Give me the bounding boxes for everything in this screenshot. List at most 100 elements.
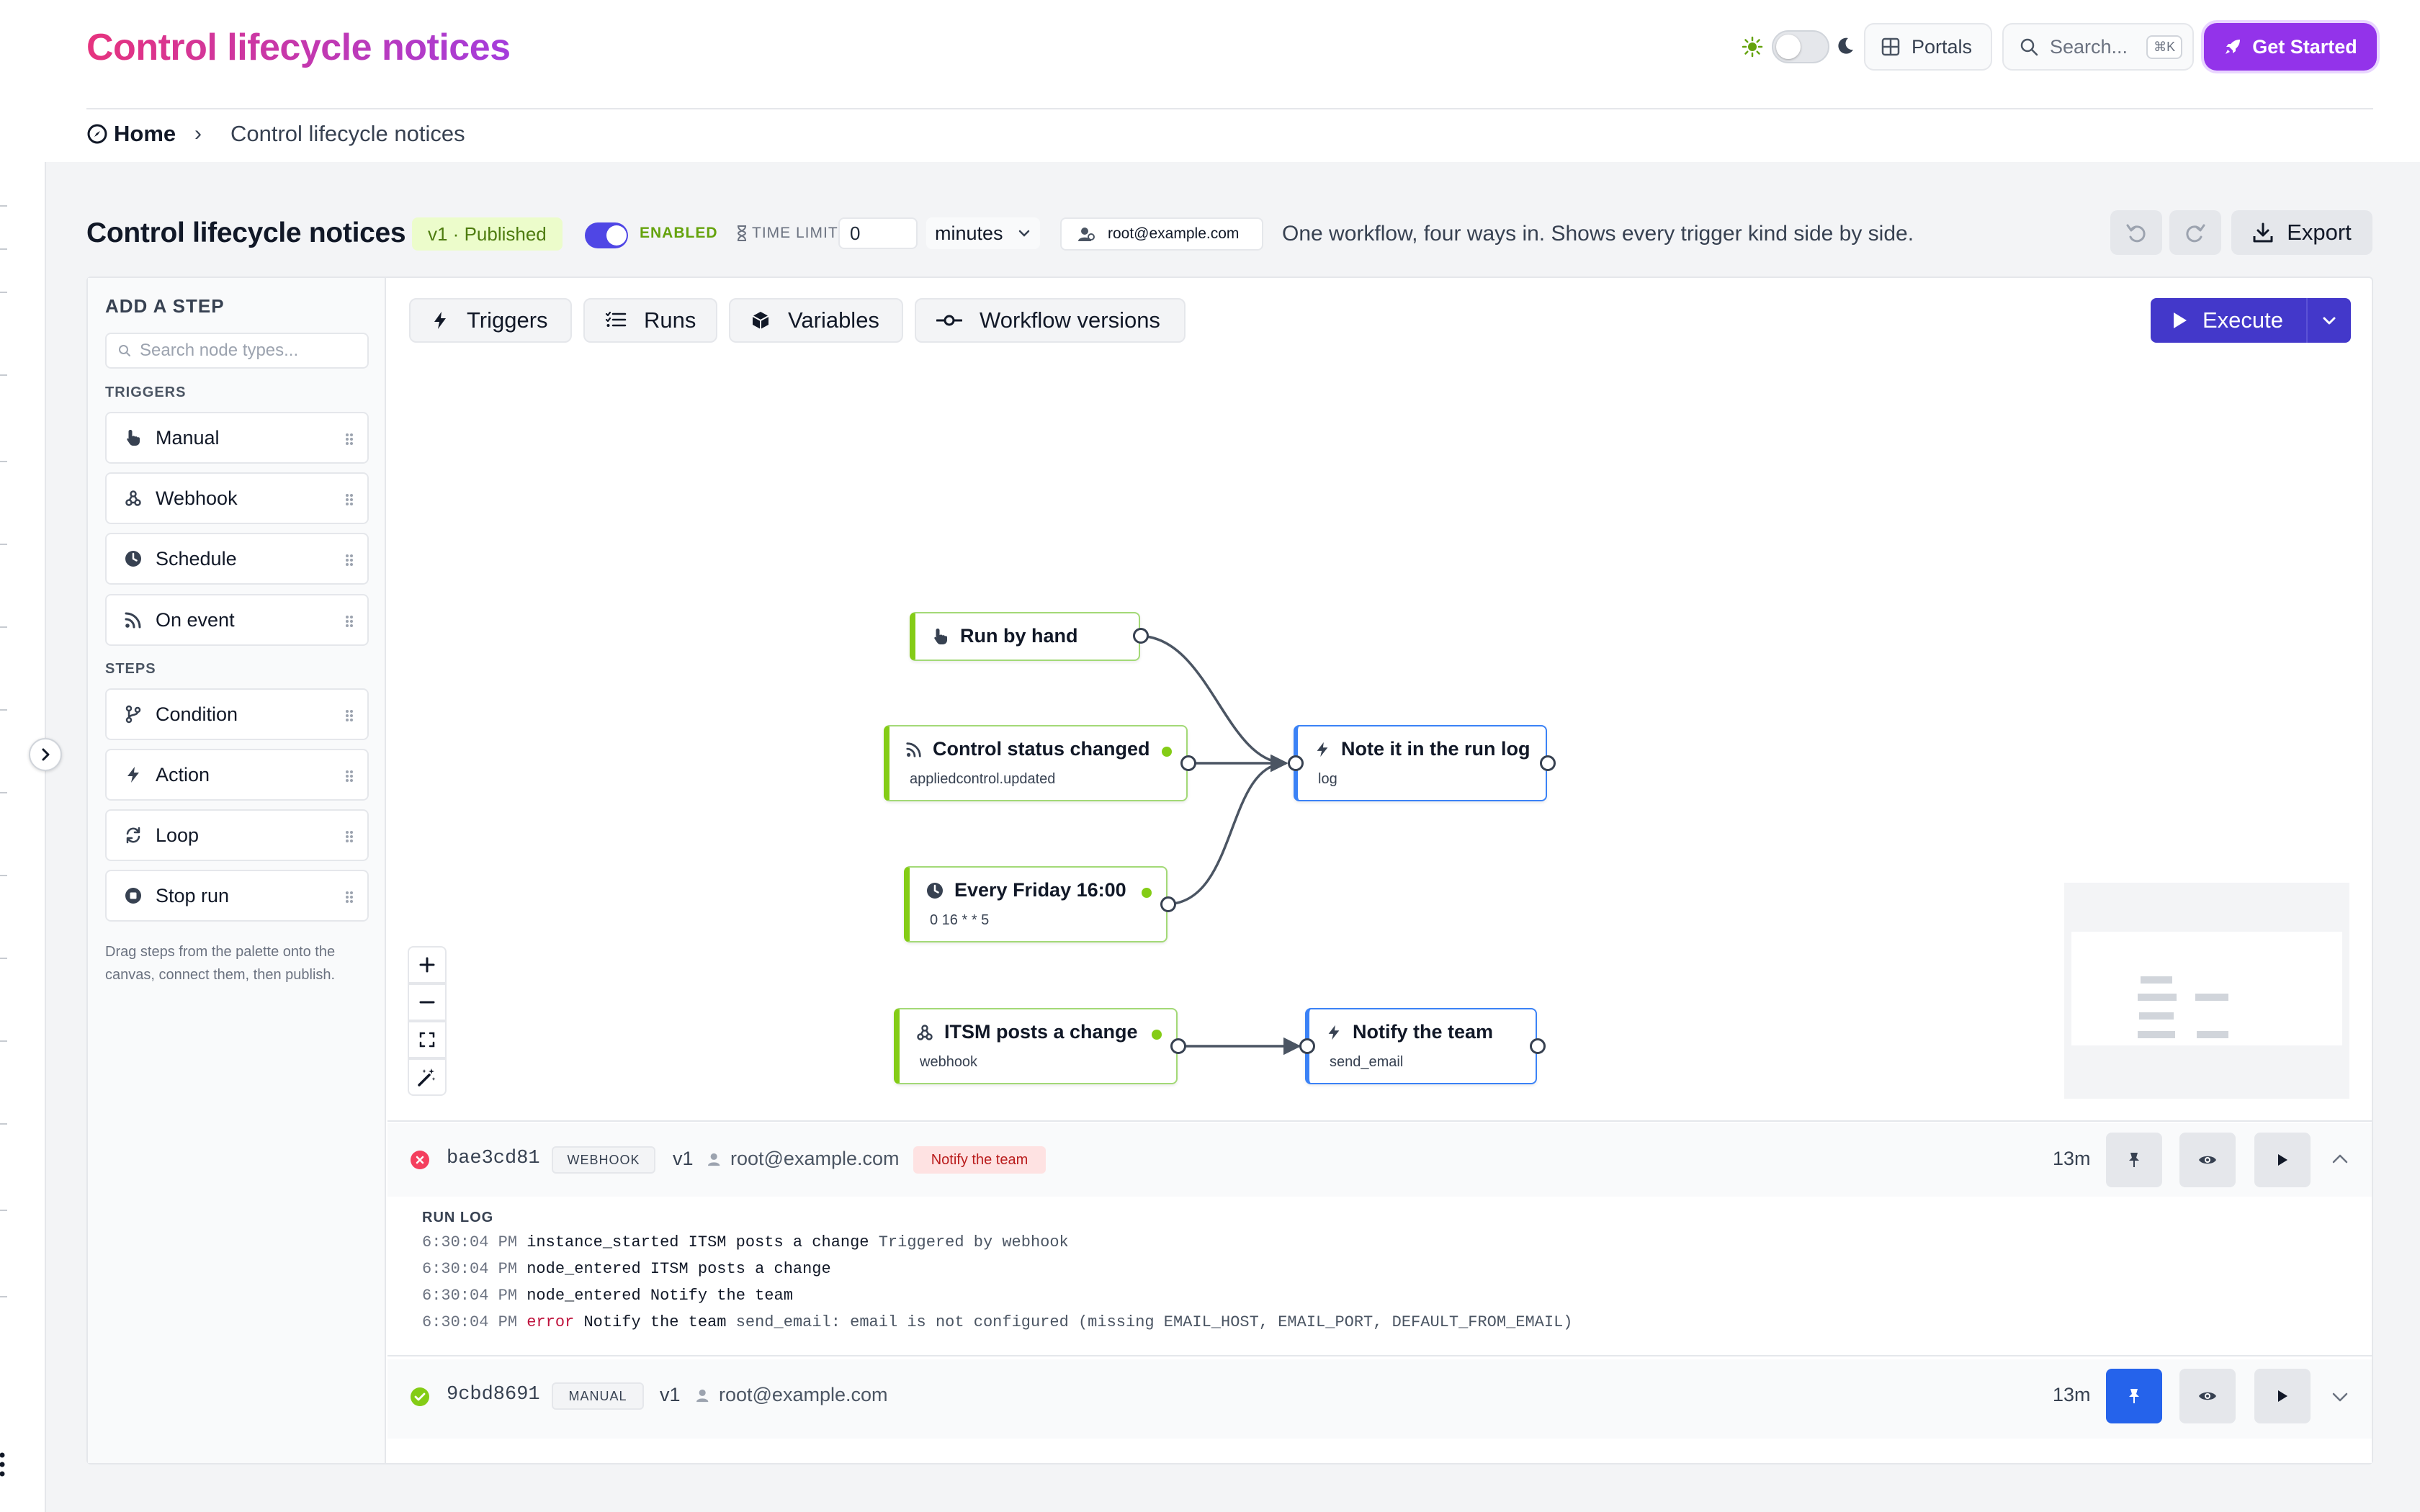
minimap-node (2138, 994, 2177, 1001)
play-icon (2278, 1390, 2287, 1402)
run-owner: root@example.com (696, 1384, 888, 1406)
run-age: 13m (2053, 1148, 2091, 1169)
run-log-heading: RUN LOG (422, 1210, 494, 1225)
node-every-friday[interactable]: Every Friday 16:00 0 16 * * 5 (904, 866, 1176, 942)
node-run-by-hand[interactable]: Run by hand (910, 612, 1149, 661)
node-output-port[interactable] (1160, 896, 1176, 912)
log-node: ITSM posts a change (650, 1260, 831, 1278)
node-output-port[interactable] (1530, 1038, 1546, 1054)
success-status-icon (411, 1387, 429, 1406)
play-icon (2278, 1154, 2287, 1166)
minimap-node (2141, 976, 2172, 984)
view-run-button[interactable] (2179, 1133, 2236, 1187)
run-owner-email: root@example.com (730, 1148, 900, 1169)
log-event: instance_started (526, 1233, 679, 1251)
node-subtitle: send_email (1330, 1054, 1404, 1070)
zoom-in-button[interactable] (408, 946, 447, 984)
node-output-port[interactable] (1133, 628, 1149, 644)
run-id: bae3cd81 (447, 1148, 540, 1169)
run-age: 13m (2053, 1384, 2091, 1405)
node-note-it-in-the-run-log[interactable]: Note it in the run log log (1288, 725, 1556, 801)
pin-icon (2129, 1389, 2139, 1403)
minimap-node (2197, 1031, 2228, 1038)
run-owner-email: root@example.com (719, 1384, 888, 1405)
minimap-node (2195, 994, 2228, 1001)
minimap-node (2139, 1012, 2174, 1020)
error-status-icon (411, 1151, 429, 1169)
node-title: Run by hand (960, 625, 1078, 647)
node-itsm-posts-a-change[interactable]: ITSM posts a change webhook (894, 1008, 1186, 1084)
zoom-out-button[interactable] (408, 984, 447, 1021)
node-subtitle: webhook (920, 1054, 978, 1070)
log-line: 6:30:04 PM node_entered ITSM posts a cha… (422, 1260, 831, 1278)
node-control-status-changed[interactable]: Control status changed appliedcontrol.up… (884, 725, 1196, 801)
log-time: 6:30:04 PM (422, 1313, 518, 1331)
user-icon (708, 1153, 720, 1166)
run-version: v1 (673, 1148, 694, 1169)
node-input-port[interactable] (1299, 1038, 1315, 1054)
log-node: Notify the team (583, 1313, 727, 1331)
log-node: Notify the team (650, 1287, 793, 1305)
node-active-dot (1162, 747, 1172, 757)
replay-run-button[interactable] (2254, 1133, 2311, 1187)
node-input-port[interactable] (1288, 755, 1304, 771)
pin-icon (2129, 1153, 2139, 1167)
run-version: v1 (660, 1384, 681, 1405)
node-subtitle: log (1318, 771, 1337, 787)
magic-wand-icon (418, 1068, 436, 1086)
log-event: node_entered (526, 1287, 641, 1305)
node-notify-the-team[interactable]: Notify the team send_email (1299, 1008, 1546, 1084)
log-line: 6:30:04 PM instance_started ITSM posts a… (422, 1233, 1069, 1251)
node-active-dot (1142, 888, 1152, 898)
auto-layout-button[interactable] (408, 1058, 447, 1096)
node-title-row: Every Friday 16:00 (926, 879, 1126, 901)
log-event: node_entered (526, 1260, 641, 1278)
node-title-row: ITSM posts a change (915, 1021, 1138, 1043)
log-detail: send_email: email is not configured (mis… (735, 1313, 1573, 1331)
pin-run-button[interactable] (2106, 1369, 2162, 1423)
node-subtitle: 0 16 * * 5 (930, 912, 990, 928)
log-time: 6:30:04 PM (422, 1260, 518, 1278)
node-title: Note it in the run log (1341, 738, 1531, 760)
expand-run-chevron-icon[interactable] (2331, 1390, 2349, 1404)
log-line: 6:30:04 PM error Notify the team send_em… (422, 1313, 1573, 1331)
collapse-run-chevron-icon[interactable] (2331, 1152, 2349, 1166)
node-output-port[interactable] (1540, 755, 1556, 771)
clock-icon (927, 882, 943, 899)
hand-pointer-icon (934, 628, 947, 644)
webhook-icon (917, 1024, 933, 1040)
eye-icon (2199, 1392, 2216, 1400)
rss-icon (906, 742, 921, 757)
replay-run-button[interactable] (2254, 1369, 2311, 1423)
eye-icon (2199, 1156, 2216, 1164)
log-time: 6:30:04 PM (422, 1233, 518, 1251)
view-run-button[interactable] (2179, 1369, 2236, 1423)
user-icon (696, 1389, 709, 1402)
node-title-row: Notify the team (1325, 1021, 1493, 1043)
node-title: Notify the team (1353, 1021, 1494, 1043)
node-subtitle: appliedcontrol.updated (910, 771, 1056, 787)
log-detail: Triggered by webhook (878, 1233, 1069, 1251)
log-event: error (526, 1313, 575, 1331)
pin-run-button[interactable] (2106, 1133, 2162, 1187)
node-output-port[interactable] (1170, 1038, 1186, 1054)
minimap-viewport[interactable] (2071, 932, 2342, 1045)
bolt-icon (1317, 742, 1328, 757)
run-failed-step-badge: Notify the team (913, 1146, 1046, 1174)
run-kind-badge: WEBHOOK (552, 1146, 655, 1174)
node-active-dot (1152, 1030, 1162, 1040)
run-id: 9cbd8691 (447, 1384, 540, 1405)
fit-view-icon (419, 1032, 435, 1048)
minimap-node (2138, 1031, 2175, 1038)
node-title-row: Control status changed (905, 738, 1150, 760)
node-title: Every Friday 16:00 (954, 879, 1126, 901)
log-line: 6:30:04 PM node_entered Notify the team (422, 1287, 793, 1305)
log-node: ITSM posts a change (688, 1233, 869, 1251)
run-divider (387, 1355, 2372, 1356)
node-output-port[interactable] (1180, 755, 1196, 771)
run-owner: root@example.com (707, 1148, 900, 1170)
log-time: 6:30:04 PM (422, 1287, 518, 1305)
node-title: ITSM posts a change (944, 1021, 1138, 1043)
run-kind-badge: MANUAL (552, 1382, 644, 1410)
fit-view-button[interactable] (408, 1021, 447, 1058)
